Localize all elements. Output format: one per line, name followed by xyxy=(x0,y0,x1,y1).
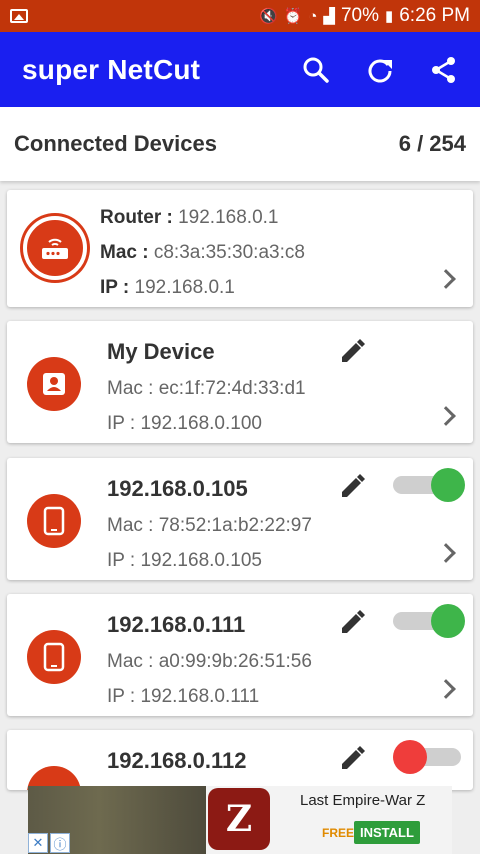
signal-icon: ▟ xyxy=(323,7,335,25)
edit-icon[interactable] xyxy=(339,610,365,636)
ad-app-logo: Z xyxy=(208,788,270,850)
device-name: 192.168.0.111 xyxy=(107,612,246,637)
image-notification-icon xyxy=(10,9,28,23)
ad-install-button[interactable]: INSTALL xyxy=(354,821,420,844)
ad-free-label: FREE xyxy=(322,826,355,840)
cut-toggle[interactable] xyxy=(393,468,465,502)
cut-toggle[interactable] xyxy=(393,604,465,638)
device-name: 192.168.0.112 xyxy=(107,748,247,773)
app-title: super NetCut xyxy=(22,53,201,85)
device-mac-label: Mac : xyxy=(107,515,154,536)
ad-choices[interactable]: ✕ ⓘ xyxy=(28,833,70,853)
battery-icon: ▮ xyxy=(384,7,394,25)
device-ip: 192.168.0.111 xyxy=(140,686,260,707)
battery-percent: 70% xyxy=(340,5,379,26)
device-mac: a0:99:9b:26:51:56 xyxy=(158,651,312,672)
cut-toggle[interactable] xyxy=(393,740,465,774)
router-ip: 192.168.0.1 xyxy=(134,277,235,298)
router-value: 192.168.0.1 xyxy=(178,207,279,228)
connected-devices-header: Connected Devices 6 / 254 xyxy=(0,107,480,181)
alarm-icon: ⏰ xyxy=(283,7,303,25)
device-ip-label: IP : xyxy=(107,413,136,434)
device-card[interactable]: 192.168.0.111 Mac : a0:99:9b:26:51:56 IP… xyxy=(7,594,473,716)
mute-icon: 🔇 xyxy=(258,7,278,25)
edit-icon[interactable] xyxy=(339,746,365,772)
chevron-right-icon[interactable] xyxy=(436,269,456,289)
ad-title: Last Empire-War Z xyxy=(300,792,426,809)
router-label: Router : xyxy=(100,207,173,228)
chevron-right-icon[interactable] xyxy=(436,543,456,563)
info-icon[interactable]: ⓘ xyxy=(50,833,70,853)
device-ip: 192.168.0.105 xyxy=(140,550,262,571)
router-icon xyxy=(23,216,87,280)
share-icon[interactable] xyxy=(430,56,458,84)
device-mac: 78:52:1a:b2:22:97 xyxy=(158,515,312,536)
device-name: My Device xyxy=(107,339,215,364)
router-mac: c8:3a:35:30:a3:c8 xyxy=(153,242,305,263)
person-icon xyxy=(27,357,81,411)
device-mac-label: Mac : xyxy=(107,378,154,399)
ad-banner[interactable]: Z Last Empire-War Z FREE INSTALL xyxy=(28,786,452,854)
edit-icon[interactable] xyxy=(339,339,365,365)
device-name: 192.168.0.105 xyxy=(107,476,248,501)
connected-devices-label: Connected Devices xyxy=(14,131,217,156)
chevron-right-icon[interactable] xyxy=(436,679,456,699)
device-card[interactable]: 192.168.0.112 xyxy=(7,730,473,790)
device-ip-label: IP : xyxy=(107,686,136,707)
status-bar: 🔇 ⏰ ◔ ▟ 70% ▮ 6:26 PM xyxy=(0,0,480,32)
phone-icon xyxy=(27,630,81,684)
router-card[interactable]: Router : 192.168.0.1 Mac : c8:3a:35:30:a… xyxy=(7,190,473,307)
search-icon[interactable] xyxy=(302,56,330,84)
router-mac-label: Mac : xyxy=(100,242,149,263)
device-card[interactable]: My Device Mac : ec:1f:72:4d:33:d1 IP : 1… xyxy=(7,321,473,443)
device-card[interactable]: 192.168.0.105 Mac : 78:52:1a:b2:22:97 IP… xyxy=(7,458,473,580)
device-ip-label: IP : xyxy=(107,550,136,571)
chevron-right-icon[interactable] xyxy=(436,406,456,426)
wifi-icon: ◔ xyxy=(308,7,318,25)
phone-icon xyxy=(27,494,81,548)
refresh-icon[interactable] xyxy=(366,56,394,84)
router-ip-label: IP : xyxy=(100,277,130,298)
app-bar: super NetCut xyxy=(0,32,480,107)
edit-icon[interactable] xyxy=(339,474,365,500)
device-mac: ec:1f:72:4d:33:d1 xyxy=(158,378,306,399)
device-mac-label: Mac : xyxy=(107,651,154,672)
device-ip: 192.168.0.100 xyxy=(140,413,262,434)
clock: 6:26 PM xyxy=(399,5,470,26)
close-icon[interactable]: ✕ xyxy=(28,833,48,853)
device-count: 6 / 254 xyxy=(398,131,466,156)
